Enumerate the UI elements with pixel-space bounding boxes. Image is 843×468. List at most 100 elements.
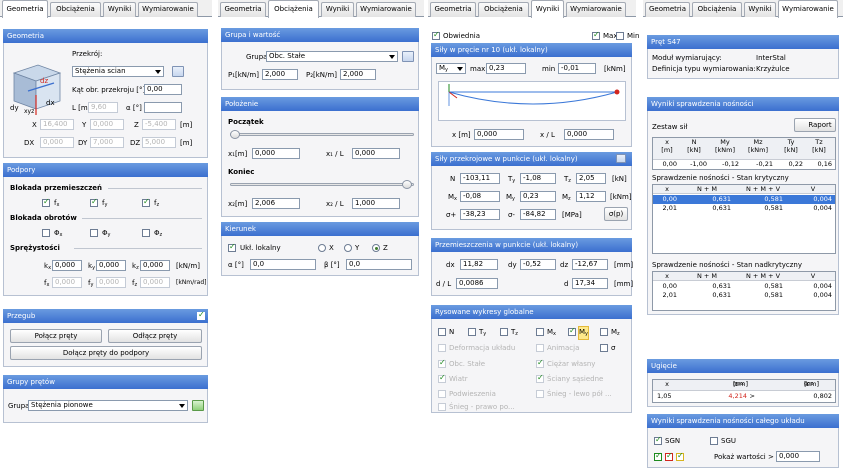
fz-checkbox[interactable]	[142, 197, 150, 207]
sigma-p-button[interactable]: σ(p)	[604, 207, 628, 221]
tab-wymiarowanie[interactable]: Wymiarowanie	[138, 2, 198, 17]
tab-wyniki[interactable]: Wyniki	[531, 0, 564, 18]
color-green-checkbox[interactable]	[654, 451, 662, 461]
P2-input[interactable]: 2,000	[340, 69, 376, 80]
snieg-lewo-checkbox[interactable]	[536, 390, 544, 398]
table-row[interactable]: 0,00 0,631 0,581 0,004	[653, 282, 835, 291]
wykres-My-checkbox[interactable]	[568, 326, 576, 336]
kat-input[interactable]: 0,00	[144, 84, 182, 95]
koniec-slider[interactable]	[230, 183, 414, 186]
fy-checkbox[interactable]	[90, 197, 98, 207]
deformacja-checkbox[interactable]	[438, 344, 446, 352]
sgu-checkbox[interactable]	[710, 437, 718, 445]
grupa-select[interactable]: Stężenia pionowe	[28, 400, 188, 411]
X-input[interactable]: 16,400	[40, 119, 74, 130]
ciezar-checkbox[interactable]	[536, 358, 544, 368]
kz-input[interactable]: 0,000	[140, 260, 170, 271]
alpha-input[interactable]: 0,0	[250, 259, 316, 270]
Y-input[interactable]: 0,000	[90, 119, 124, 130]
fzs-input[interactable]: 0,000	[140, 277, 170, 288]
fxs-input[interactable]: 0,000	[52, 277, 82, 288]
phix-checkbox[interactable]	[42, 229, 50, 237]
grupa-edit-icon[interactable]	[402, 51, 414, 62]
radio-y[interactable]	[344, 244, 352, 252]
tab-geometria[interactable]: Geometria	[2, 0, 48, 18]
DZ-input[interactable]: 5,000	[142, 137, 176, 148]
tab-wyniki[interactable]: Wyniki	[103, 2, 136, 17]
polacz-prety-button[interactable]: Połącz pręty	[10, 329, 102, 343]
tab-wymiarowanie[interactable]: Wymiarowanie	[566, 2, 626, 17]
obc-stale-checkbox[interactable]	[438, 358, 446, 368]
tab-geometria[interactable]: Geometria	[220, 2, 266, 17]
odlacz-prety-button[interactable]: Odłącz pręty	[108, 329, 202, 343]
kx-input[interactable]: 0,000	[52, 260, 82, 271]
x2-input[interactable]: 2,006	[252, 198, 300, 209]
wykres-area[interactable]	[438, 81, 626, 121]
table-row[interactable]: 1,05 4,214 > 0,802	[653, 392, 835, 401]
podwieszenia-checkbox[interactable]	[438, 390, 446, 398]
dolacz-do-podpory-button[interactable]: Dołącz pręty do podpory	[10, 346, 202, 360]
wykres-Ty-checkbox[interactable]	[468, 328, 476, 336]
phiz-checkbox[interactable]	[142, 229, 150, 237]
fx-checkbox[interactable]	[42, 197, 50, 207]
wielkosc-select[interactable]: My	[436, 63, 466, 74]
radio-z[interactable]	[372, 244, 380, 252]
DY-input[interactable]: 7,000	[90, 137, 124, 148]
obwiednia-checkbox[interactable]	[432, 30, 440, 40]
beta-input[interactable]: 0,0	[346, 259, 412, 270]
tab-wyniki[interactable]: Wyniki	[321, 2, 354, 17]
tab-wymiarowanie[interactable]: Wymiarowanie	[778, 0, 838, 18]
tab-obciazenia[interactable]: Obciążenia	[50, 2, 101, 17]
ky-input[interactable]: 0,000	[96, 260, 126, 271]
ukl-lokalny-checkbox[interactable]	[228, 242, 236, 252]
table-row[interactable]: 0,00 0,631 0,581 0,004	[653, 195, 835, 204]
tab-obciazenia[interactable]: Obciążenia	[478, 2, 529, 17]
grupa-green-icon[interactable]	[192, 400, 204, 411]
raport-button[interactable]: Raport	[794, 118, 836, 132]
min-checkbox[interactable]	[616, 32, 624, 40]
poczatek-slider-knob[interactable]	[230, 130, 240, 139]
tab-obciazenia[interactable]: Obciążenia	[268, 0, 319, 18]
table-row[interactable]: 0,00 -1,00 -0,12 -0,21 0,22 0,16	[653, 160, 835, 169]
max-checkbox[interactable]	[592, 30, 600, 40]
sigma-checkbox[interactable]	[600, 344, 608, 352]
wiatr-checkbox[interactable]	[438, 373, 446, 383]
table-row[interactable]: 2,01 0,631 0,581 0,004	[653, 204, 835, 213]
pokaz-input[interactable]: 0,000	[776, 451, 820, 462]
wykres-Mz-checkbox[interactable]	[600, 328, 608, 336]
alpha-input[interactable]	[144, 102, 182, 113]
color-yellow-checkbox[interactable]	[676, 451, 684, 461]
grupa-select[interactable]: Obc. Stałe	[266, 51, 398, 62]
przekroj-edit-icon[interactable]	[172, 66, 184, 77]
tab-geometria[interactable]: Geometria	[430, 2, 476, 17]
color-red-checkbox[interactable]	[665, 451, 673, 461]
wykres-Mx-checkbox[interactable]	[536, 328, 544, 336]
P1-input[interactable]: 2,000	[262, 69, 298, 80]
snieg-prawo-checkbox[interactable]	[438, 403, 446, 411]
x-input[interactable]: 0,000	[474, 129, 524, 140]
tab-wymiarowanie[interactable]: Wymiarowanie	[356, 2, 416, 17]
table-row[interactable]: 2,01 0,631 0,581 0,004	[653, 291, 835, 300]
Z-input[interactable]: -5,400	[142, 119, 176, 130]
radio-x[interactable]	[318, 244, 326, 252]
L-input[interactable]: 9,60	[88, 102, 118, 113]
x1L-input[interactable]: 0,000	[352, 148, 400, 159]
tab-wyniki[interactable]: Wyniki	[744, 2, 776, 17]
x2L-input[interactable]: 1,000	[352, 198, 400, 209]
wykres-N-checkbox[interactable]	[438, 328, 446, 336]
animacja-checkbox[interactable]	[536, 344, 544, 352]
collapse-icon[interactable]	[616, 154, 626, 163]
sciany-checkbox[interactable]	[536, 373, 544, 383]
tab-obciazenia[interactable]: Obciążenia	[692, 2, 742, 17]
fys-input[interactable]: 0,000	[96, 277, 126, 288]
koniec-slider-knob[interactable]	[402, 180, 412, 189]
przegub-toggle-checkbox[interactable]	[197, 310, 205, 320]
phiy-checkbox[interactable]	[90, 229, 98, 237]
x1-input[interactable]: 0,000	[252, 148, 300, 159]
xL-input[interactable]: 0,000	[564, 129, 614, 140]
wykres-Tz-checkbox[interactable]	[500, 328, 508, 336]
przekroj-select[interactable]: Stężenia scian	[72, 66, 164, 77]
poczatek-slider[interactable]	[230, 133, 414, 136]
tab-geometria[interactable]: Geometria	[645, 2, 690, 17]
sgn-checkbox[interactable]	[654, 435, 662, 445]
